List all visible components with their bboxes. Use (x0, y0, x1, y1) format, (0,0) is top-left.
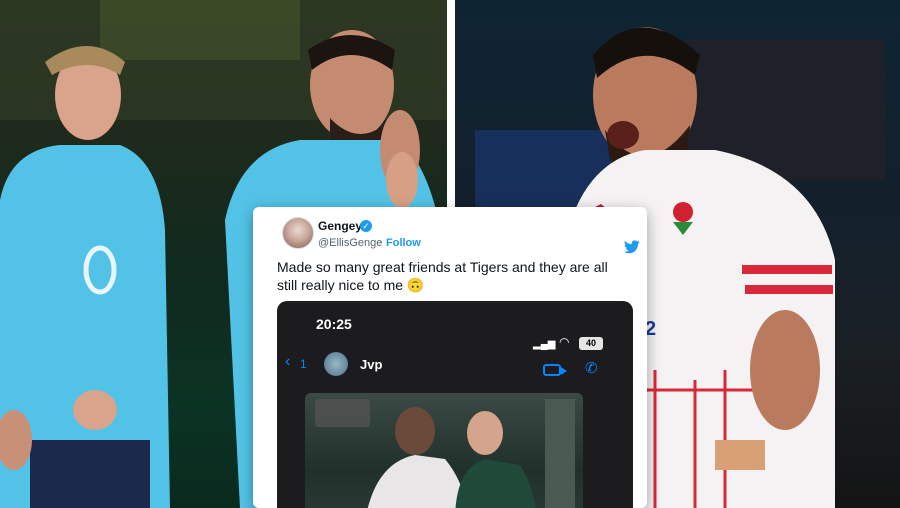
status-time: 20:25 (316, 316, 352, 332)
tweet-text: Made so many great friends at Tigers and… (277, 259, 608, 293)
chat-shared-photo (305, 393, 583, 508)
signal-icon: ▂▄▆ (533, 339, 556, 350)
tweet-avatar[interactable] (282, 217, 314, 249)
twitter-bird-icon[interactable] (624, 240, 640, 254)
verified-badge-icon: ✓ (360, 220, 372, 232)
chat-shared-photo-scene (315, 399, 575, 508)
chat-contact-avatar (324, 352, 348, 376)
phone-call-icon: ✆ (585, 360, 598, 377)
tweet-handle[interactable]: @EllisGenge (318, 237, 382, 249)
back-count: 1 (300, 357, 307, 371)
tweet-display-name[interactable]: Gengey (318, 219, 362, 233)
video-call-icon (543, 364, 567, 376)
battery-icon: 40 (579, 337, 603, 350)
embedded-chat-screenshot: 20:25 ▂▄▆ ◠ 40 ‹ 1 Jvp ✆ (277, 301, 633, 508)
wifi-icon: ◠ (559, 335, 570, 349)
follow-button[interactable]: Follow (386, 237, 421, 249)
handle-separator: · (379, 236, 383, 248)
chat-contact-name: Jvp (360, 357, 383, 372)
tweet-card[interactable]: Gengey ✓ @EllisGenge · Follow Made so ma… (253, 207, 647, 508)
back-chevron-icon: ‹ (285, 353, 291, 370)
